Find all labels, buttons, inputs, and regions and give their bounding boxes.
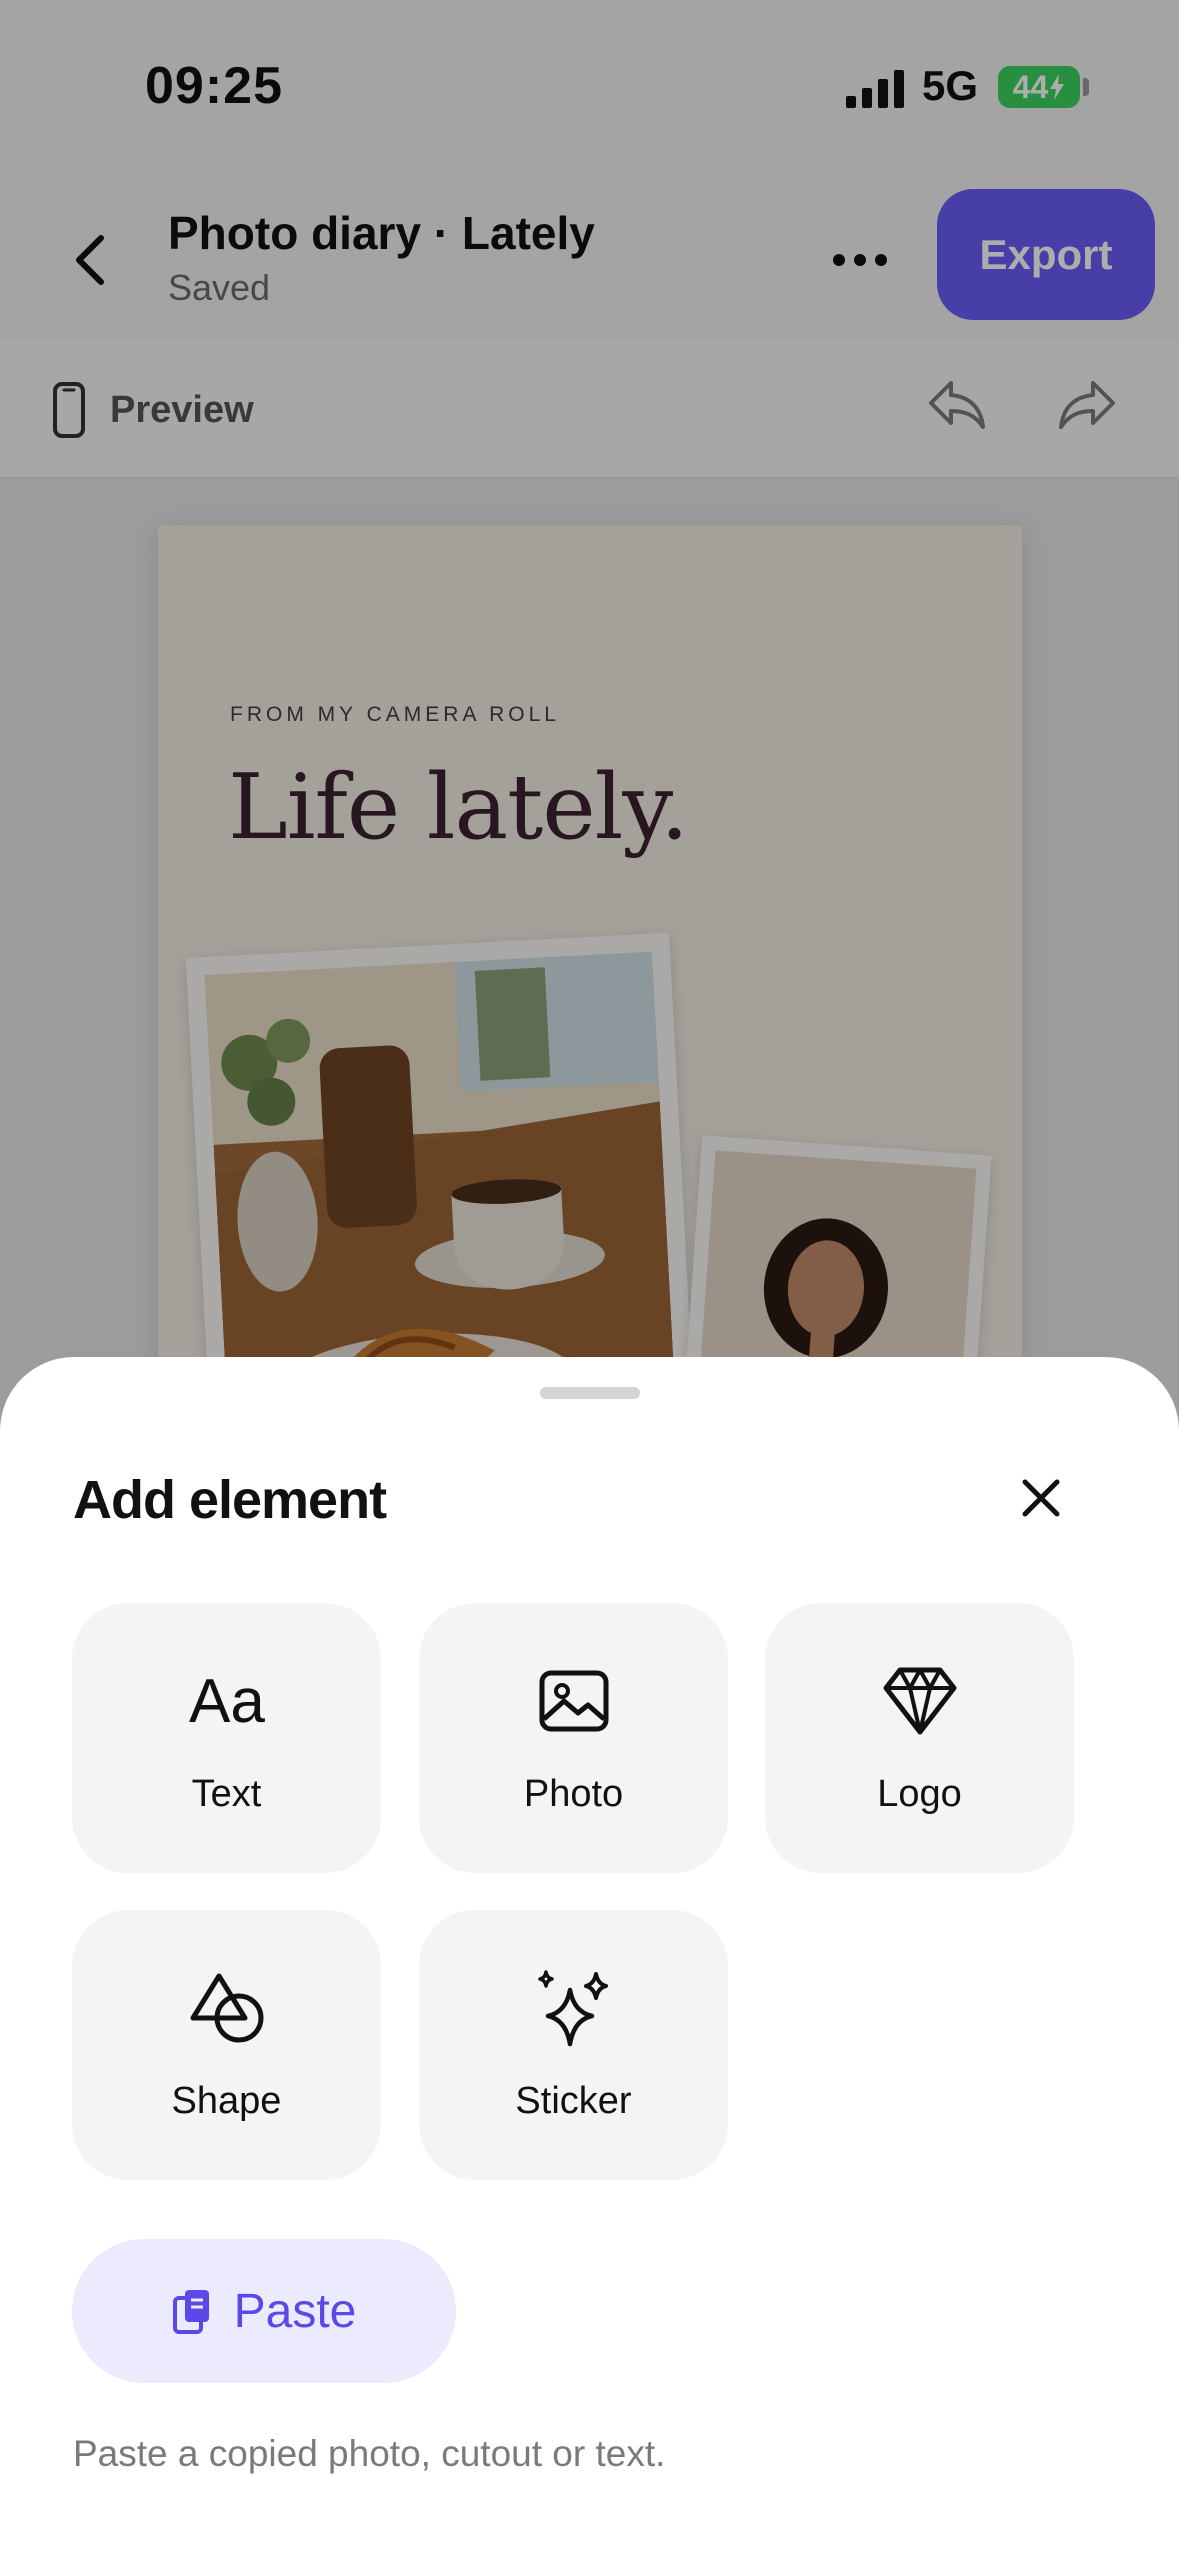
add-element-sheet: Add element Aa Text Photo Logo Shape Sti… — [0, 1357, 1179, 2556]
diamond-icon — [883, 1667, 956, 1735]
text-icon: Aa — [189, 1667, 265, 1736]
clipboard-icon — [172, 2290, 209, 2334]
svg-text:Aa: Aa — [189, 1667, 265, 1736]
add-photo-tile[interactable]: Photo — [419, 1603, 728, 1873]
add-logo-tile[interactable]: Logo — [765, 1603, 1074, 1873]
close-button[interactable] — [1010, 1467, 1072, 1529]
paste-button[interactable]: Paste — [72, 2239, 456, 2383]
tile-label: Sticker — [515, 2080, 632, 2122]
tile-label: Text — [191, 1773, 262, 1815]
tile-label: Logo — [877, 1773, 962, 1815]
tile-label: Photo — [523, 1773, 624, 1815]
tile-label: Shape — [171, 2080, 282, 2122]
sheet-grabber[interactable] — [540, 1387, 640, 1399]
add-sticker-tile[interactable]: Sticker — [419, 1910, 728, 2180]
close-icon — [1022, 1479, 1060, 1517]
paste-hint: Paste a copied photo, cutout or text. — [73, 2433, 666, 2474]
add-shape-tile[interactable]: Shape — [72, 1910, 381, 2180]
sheet-title: Add element — [73, 1470, 387, 1530]
image-icon — [539, 1670, 608, 1732]
sparkle-icon — [537, 1970, 608, 2047]
shape-icon — [190, 1973, 263, 2043]
paste-label: Paste — [233, 2284, 357, 2338]
add-text-tile[interactable]: Aa Text — [72, 1603, 381, 1873]
